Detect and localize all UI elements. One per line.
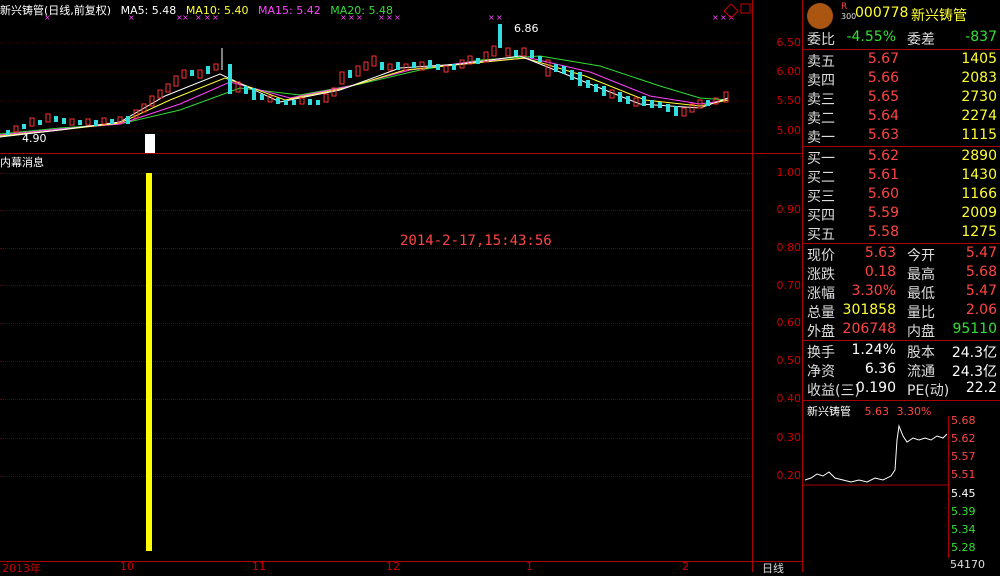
- svg-text:×: ×: [356, 13, 363, 22]
- svg-text:×: ×: [212, 13, 219, 22]
- svg-text:×: ×: [378, 13, 385, 22]
- y-tick: 0.30: [776, 431, 802, 444]
- svg-text:×: ×: [348, 13, 355, 22]
- badge-300: 300: [841, 12, 857, 21]
- high-marker: 6.86: [514, 22, 539, 35]
- buy-row[interactable]: 买二 5.61 1430: [807, 167, 999, 186]
- intraday-chart: [803, 424, 948, 486]
- y-tick: 1.00: [776, 166, 802, 179]
- x-tick: 10: [120, 560, 134, 573]
- stock-name: 新兴铸管: [911, 8, 967, 24]
- svg-text:×: ×: [394, 13, 401, 22]
- mini-axis: 5.68 5.62 5.57 5.51 5.45 5.39 5.34 5.28: [948, 414, 1000, 558]
- y-tick: 0.40: [776, 392, 802, 405]
- buy-row[interactable]: 买五 5.58 1275: [807, 224, 999, 243]
- svg-text:×: ×: [195, 13, 202, 22]
- y-tick: 5.00: [776, 124, 802, 137]
- sell-row[interactable]: 卖四 5.66 2083: [807, 70, 999, 89]
- svg-text:×: ×: [182, 13, 189, 22]
- kline-panel[interactable]: 新兴铸管(日线,前复权) MA5: 5.48 MA10: 5.40 MA15: …: [0, 0, 752, 153]
- svg-text:×: ×: [44, 13, 51, 22]
- svg-text:×: ×: [128, 13, 135, 22]
- sell-row[interactable]: 卖一 5.63 1115: [807, 127, 999, 146]
- insider-panel[interactable]: 内幕消息 2014-2-17,15:43:56: [0, 153, 752, 561]
- stat-row: 外盘 206748 内盘 95110: [807, 321, 997, 340]
- stat-row: 总量 301858 量比 2.06: [807, 302, 997, 321]
- stat-row: 涨幅 3.30% 最低 5.47: [807, 283, 997, 302]
- buy-row[interactable]: 买三 5.60 1166: [807, 186, 999, 205]
- date-axis: 2013年 10 11 12 1 2 日线: [0, 560, 802, 576]
- svg-text:×: ×: [204, 13, 211, 22]
- logo-icon: [807, 3, 833, 29]
- fund-row: 换手 1.24% 股本 24.3亿: [807, 342, 997, 361]
- y-tick: 6.00: [776, 65, 802, 78]
- sell-row[interactable]: 卖三 5.65 2730: [807, 89, 999, 108]
- y-tick: 0.70: [776, 279, 802, 292]
- badge-r: R: [841, 2, 848, 12]
- buy-row[interactable]: 买一 5.62 2890: [807, 148, 999, 167]
- period-tab[interactable]: 日线: [762, 560, 784, 576]
- quote-panel: R 300 000778 新兴铸管 委比 -4.55% 委差 -837 卖五 5.67…: [802, 0, 1000, 572]
- svg-text:×: ×: [720, 13, 727, 22]
- y-tick: 0.20: [776, 469, 802, 482]
- fund-row: 收益(三) 0.190 PE(动) 22.2: [807, 380, 997, 399]
- y-tick: 5.50: [776, 94, 802, 107]
- svg-text:×: ×: [712, 13, 719, 22]
- buy-row[interactable]: 买四 5.59 2009: [807, 205, 999, 224]
- stat-row: 现价 5.63 今开 5.47: [807, 245, 997, 264]
- x-tick: 1: [526, 560, 533, 573]
- y-tick: 6.50: [776, 36, 802, 49]
- fund-row: 净资 6.36 流通 24.3亿: [807, 361, 997, 380]
- stock-code: 000778: [855, 5, 909, 21]
- cursor-marker: [145, 134, 155, 153]
- sell-row[interactable]: 卖五 5.67 1405: [807, 51, 999, 70]
- x-tick: 2: [682, 560, 689, 573]
- sub-chart-title: 内幕消息: [0, 156, 44, 169]
- y-tick: 0.80: [776, 241, 802, 254]
- x-tick: 2013年: [2, 562, 41, 575]
- svg-text:×: ×: [386, 13, 393, 22]
- y-tick: 0.50: [776, 354, 802, 367]
- weibi-row: 委比 -4.55% 委差 -837: [807, 29, 997, 48]
- mini-volume: 54170: [950, 558, 985, 571]
- x-tick: 12: [386, 560, 400, 573]
- svg-text:×: ×: [340, 13, 347, 22]
- candlestick-chart: × × × × × × × × × × × × × × × × × × 6.86…: [0, 3, 752, 153]
- low-marker: 4.90: [22, 132, 47, 145]
- timestamp-label: 2014-2-17,15:43:56: [400, 233, 552, 249]
- svg-text:×: ×: [488, 13, 495, 22]
- svg-text:×: ×: [496, 13, 503, 22]
- stat-row: 涨跌 0.18 最高 5.68: [807, 264, 997, 283]
- price-axis: 6.50 6.00 5.50 5.00 1.00 0.90 0.80 0.70 …: [752, 0, 803, 572]
- y-tick: 0.90: [776, 203, 802, 216]
- insider-bar: [146, 173, 152, 551]
- sell-row[interactable]: 卖二 5.64 2274: [807, 108, 999, 127]
- y-tick: 0.60: [776, 316, 802, 329]
- x-tick: 11: [252, 560, 266, 573]
